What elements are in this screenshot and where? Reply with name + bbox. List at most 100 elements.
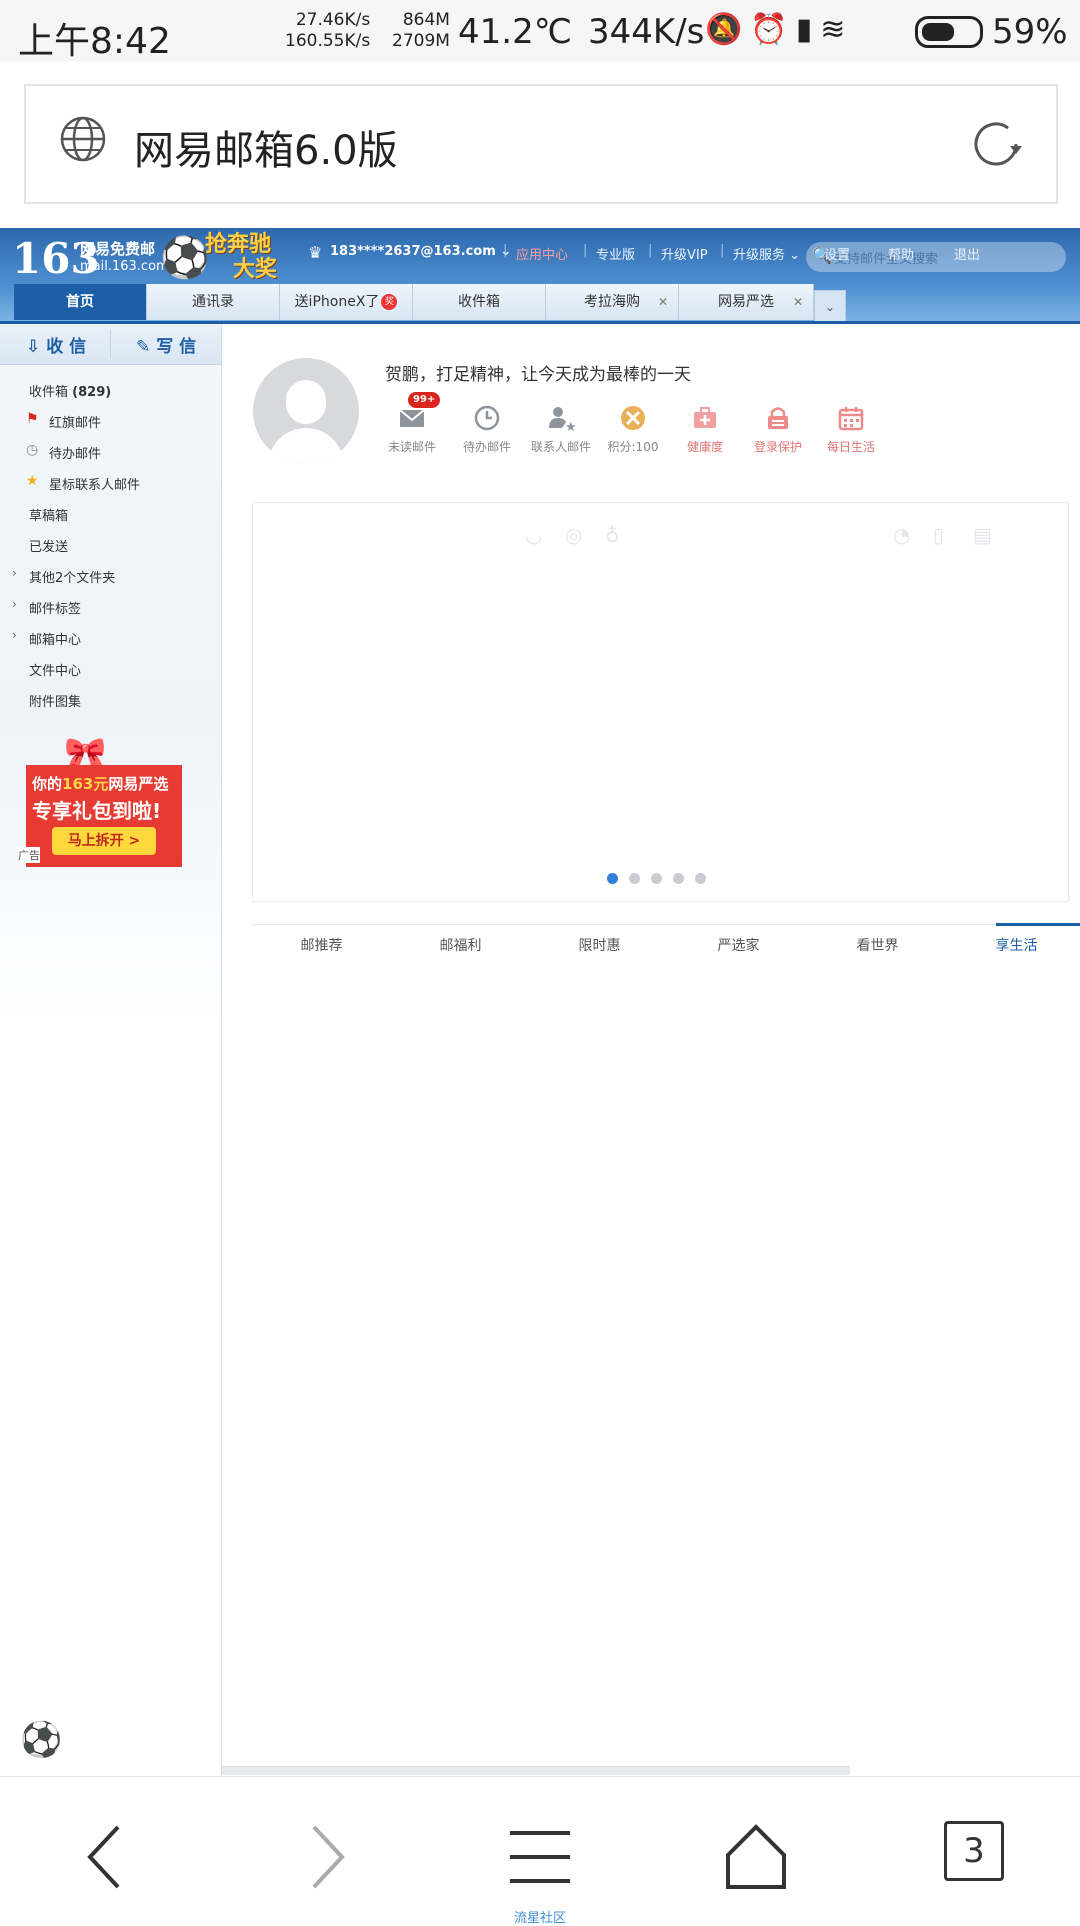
nav-logout[interactable]: 退出 bbox=[954, 244, 980, 263]
home-icon[interactable] bbox=[716, 1817, 796, 1897]
sidebar-item-tags[interactable]: › 邮件标签 bbox=[0, 593, 221, 623]
network-speed: 27.46K/s 160.55K/s bbox=[285, 10, 370, 52]
tab-label: 送iPhoneX了 bbox=[294, 294, 380, 310]
soccer-ball-icon[interactable]: ⚽ bbox=[20, 1720, 62, 1760]
quick-label: 联系人邮件 bbox=[530, 440, 591, 454]
folder-label: 星标联系人邮件 bbox=[49, 478, 141, 493]
signal-icon: ▮ bbox=[795, 12, 821, 47]
quick-points[interactable]: 积分:100 bbox=[593, 398, 673, 460]
sidebar-item-attachments[interactable]: 附件图集 bbox=[0, 686, 221, 716]
carousel-dot[interactable] bbox=[629, 873, 640, 884]
close-icon[interactable]: ✕ bbox=[658, 284, 668, 320]
lock-icon bbox=[768, 407, 788, 429]
mem-used: 864M bbox=[402, 10, 450, 30]
ad-line1-post: 网易严选 bbox=[108, 775, 169, 793]
horizontal-scrollbar[interactable] bbox=[222, 1766, 850, 1775]
promo-banner[interactable]: 抢奔驰 大奖 bbox=[205, 232, 277, 282]
carousel-dot[interactable] bbox=[695, 873, 706, 884]
subtab-welfare[interactable]: 邮福利 bbox=[391, 935, 530, 955]
sidebar-item-mail-center[interactable]: › 邮箱中心 bbox=[0, 624, 221, 654]
folder-label: 红旗邮件 bbox=[49, 416, 102, 431]
health-kit-icon bbox=[694, 407, 716, 428]
receive-button[interactable]: ⇩ 收 信 bbox=[26, 332, 86, 357]
tab-label: 收件箱 bbox=[458, 294, 500, 310]
folder-label: 文件中心 bbox=[29, 664, 82, 679]
nav-app-center[interactable]: 应用中心 bbox=[516, 244, 568, 263]
tab-label: 网易严选 bbox=[718, 294, 774, 310]
ad-open-button[interactable]: 马上拆开 > bbox=[52, 827, 156, 855]
gift-ad-banner[interactable]: 🎀 你的163元网易严选 专享礼包到啦! 马上拆开 > 广告 bbox=[18, 735, 184, 867]
address-bar[interactable]: 网易邮箱6.0版 bbox=[24, 84, 1058, 204]
nav-upgrade-service[interactable]: 升级服务 ⌄ bbox=[733, 244, 800, 263]
forward-icon[interactable] bbox=[286, 1817, 366, 1897]
subtab-indicator bbox=[996, 923, 1080, 926]
community-hint[interactable]: 流星社区 bbox=[514, 1907, 566, 1926]
tab-count-button[interactable]: 3 bbox=[944, 1821, 1004, 1881]
quick-label: 积分:100 bbox=[607, 440, 659, 454]
chevron-down-icon: ⌄ bbox=[824, 300, 836, 314]
account-dropdown[interactable]: 183****2637@163.com ⌄ bbox=[330, 244, 511, 259]
sidebar-item-sent[interactable]: 已发送 bbox=[0, 531, 221, 561]
quick-daily-life[interactable]: 每日生活 bbox=[811, 398, 891, 460]
sidebar-item-inbox[interactable]: 收件箱 (829) bbox=[0, 376, 221, 406]
quick-login-protect[interactable]: 登录保护 bbox=[738, 398, 818, 460]
sidebar-item-todo[interactable]: ◷ 待办邮件 bbox=[0, 438, 221, 468]
nav-pro[interactable]: 专业版 bbox=[596, 244, 635, 263]
back-icon[interactable] bbox=[66, 1817, 146, 1897]
carousel-dot[interactable] bbox=[607, 873, 618, 884]
contact-star-icon: ★ bbox=[549, 407, 577, 434]
net-up: 27.46K/s bbox=[295, 10, 371, 30]
logo-text: 网易免费邮 mail.163.com bbox=[80, 240, 169, 276]
greeting-text: 贺鹏，打足精神，让今天成为最棒的一天 bbox=[385, 365, 691, 385]
tab-kaola[interactable]: 考拉海购 ✕ bbox=[546, 284, 679, 320]
decor-icon: ▯ bbox=[933, 523, 945, 547]
memory-usage: 864M 2709M bbox=[392, 10, 450, 52]
quick-health[interactable]: 健康度 bbox=[665, 398, 745, 460]
nav-help[interactable]: 帮助 bbox=[888, 244, 914, 263]
nav-upgrade-vip[interactable]: 升级VIP bbox=[661, 244, 708, 263]
mem-total: 2709M bbox=[392, 31, 450, 51]
download-icon: ⇩ bbox=[26, 337, 41, 357]
close-icon[interactable]: ✕ bbox=[793, 284, 803, 320]
folder-name: 收件箱 bbox=[29, 385, 69, 400]
subtab-world[interactable]: 看世界 bbox=[808, 935, 947, 955]
battery-icon bbox=[915, 16, 983, 48]
status-bar: 上午8:42 27.46K/s 160.55K/s 864M 2709M 41.… bbox=[0, 0, 1080, 62]
avatar[interactable] bbox=[253, 358, 359, 464]
quick-todo-mail[interactable]: 待办邮件 bbox=[447, 398, 527, 460]
download-speed: 344K/s bbox=[588, 12, 705, 52]
compose-label: 写 信 bbox=[156, 337, 197, 357]
subtab-limited-deal[interactable]: 限时惠 bbox=[530, 935, 669, 955]
carousel-dot[interactable] bbox=[651, 873, 662, 884]
tab-inbox[interactable]: 收件箱 bbox=[413, 284, 546, 320]
folder-label: 待办邮件 bbox=[49, 447, 102, 462]
quick-contact-mail[interactable]: ★ 联系人邮件 bbox=[521, 398, 601, 460]
tab-more-dropdown[interactable]: ⌄ bbox=[814, 290, 846, 324]
subtab-recommend[interactable]: 邮推荐 bbox=[252, 935, 391, 955]
quick-unread-mail[interactable]: 99+ 未读邮件 bbox=[372, 392, 452, 460]
subtab-life[interactable]: 享生活 bbox=[947, 935, 1080, 955]
wifi-icon: ≋ bbox=[820, 12, 854, 47]
folder-label: 草稿箱 bbox=[29, 509, 69, 524]
nav-settings[interactable]: 设置 bbox=[824, 244, 850, 263]
sidebar-item-red-flag[interactable]: ⚑ 红旗邮件 bbox=[0, 407, 221, 437]
menu-icon[interactable] bbox=[500, 1817, 580, 1897]
tab-iphone-promo[interactable]: 送iPhoneX了奖 bbox=[280, 284, 413, 320]
carousel-panel[interactable]: ◡ ◎ ♁ ◔ ▯ ▤ bbox=[252, 502, 1069, 902]
folder-label: 邮箱中心 bbox=[29, 633, 82, 648]
tab-contacts[interactable]: 通讯录 bbox=[147, 284, 280, 320]
subtab-yanxuan[interactable]: 严选家 bbox=[669, 935, 808, 955]
logo-line1: 网易免费邮 bbox=[80, 240, 156, 258]
sidebar-item-file-center[interactable]: 文件中心 bbox=[0, 655, 221, 685]
sidebar-item-starred[interactable]: ★ 星标联系人邮件 bbox=[0, 469, 221, 499]
compose-button[interactable]: ✎ 写 信 bbox=[136, 332, 196, 357]
sidebar-item-drafts[interactable]: 草稿箱 bbox=[0, 500, 221, 530]
sidebar-item-other-folders[interactable]: › 其他2个文件夹 bbox=[0, 562, 221, 592]
tab-label: 通讯录 bbox=[192, 294, 234, 310]
tab-yanxuan[interactable]: 网易严选 ✕ bbox=[679, 284, 814, 320]
carousel-dot[interactable] bbox=[673, 873, 684, 884]
separator: | bbox=[503, 243, 508, 258]
reload-icon[interactable] bbox=[968, 116, 1024, 172]
decor-icon: ◔ bbox=[893, 523, 911, 547]
tab-home[interactable]: 首页 bbox=[14, 284, 147, 320]
